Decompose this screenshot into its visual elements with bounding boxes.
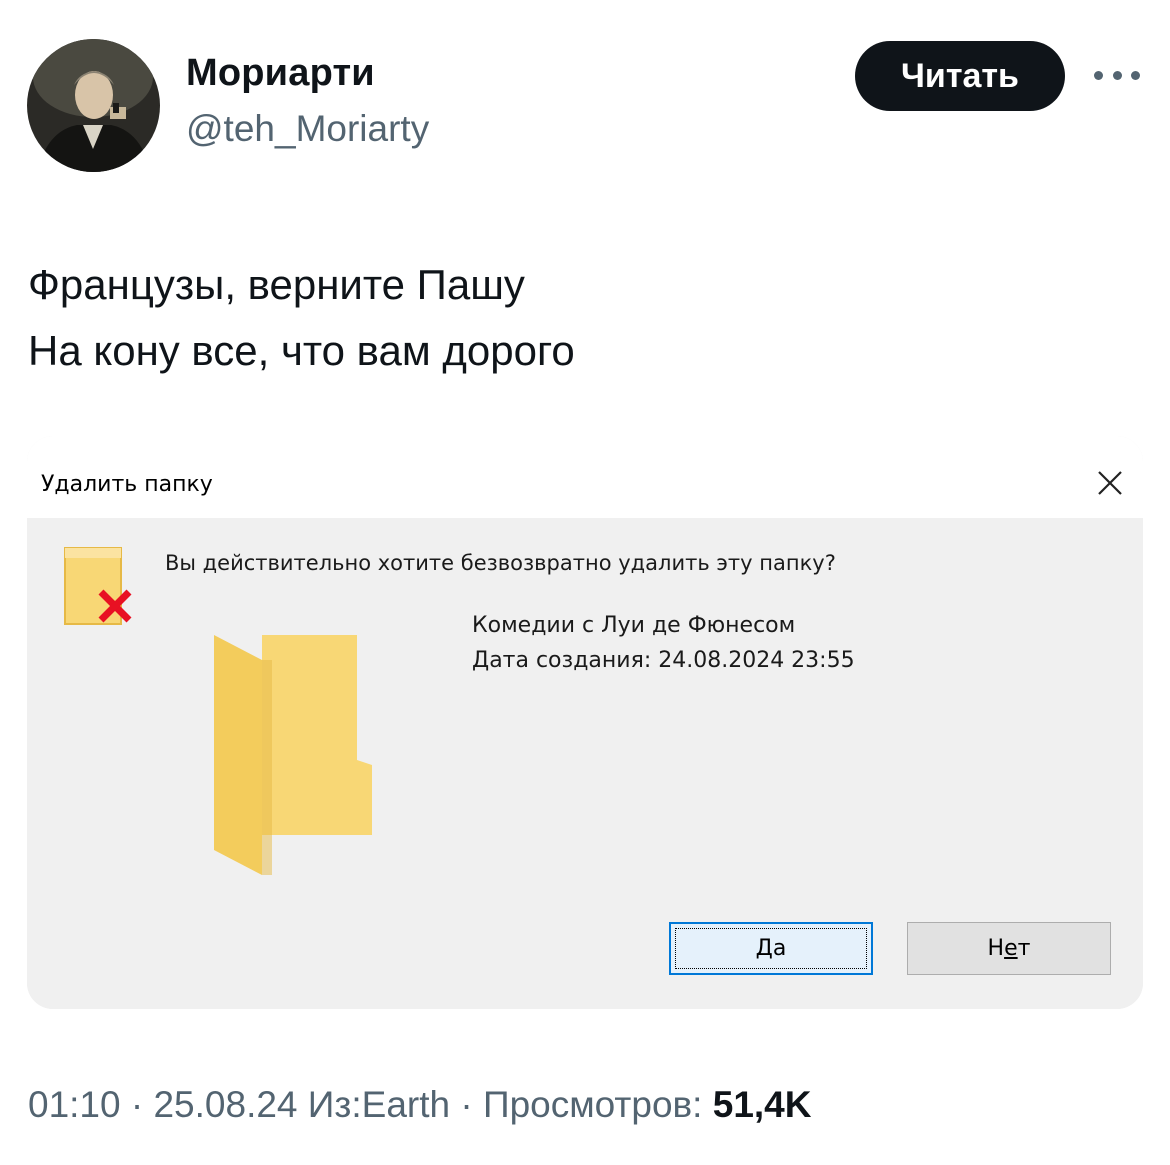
dialog-titlebar: Удалить папку [27, 436, 1143, 518]
views-count: 51,4K [712, 1084, 812, 1125]
folder-name: Комедии с Луи де Фюнесом [472, 613, 796, 638]
author-display-name[interactable]: Мориарти [186, 52, 375, 95]
dialog-question: Вы действительно хотите безвозвратно уда… [165, 551, 836, 575]
folder-icon [214, 635, 372, 875]
tweet-source: Из:Earth [307, 1084, 451, 1125]
more-horizontal-icon[interactable] [1094, 62, 1140, 88]
separator: · [130, 1084, 154, 1125]
follow-button[interactable]: Читать [855, 41, 1065, 111]
delete-folder-icon [64, 547, 132, 625]
tweet-text: Французы, верните Пашу На кону все, что … [28, 252, 575, 384]
tweet-media-image[interactable]: Удалить папку Вы действительно хотите бе… [27, 436, 1143, 1009]
dialog-title: Удалить папку [41, 472, 213, 497]
tweet-time[interactable]: 01:10 [28, 1084, 121, 1125]
avatar-image [27, 39, 160, 172]
dot [1131, 70, 1140, 80]
tweet-text-line: На кону все, что вам дорого [28, 327, 575, 374]
no-button-label: Нет [987, 936, 1031, 961]
tweet-date[interactable]: 25.08.24 [153, 1084, 297, 1125]
close-icon[interactable] [1093, 466, 1127, 500]
tweet-meta: 01:10 · 25.08.24 Из:Earth · Просмотров: … [28, 1084, 811, 1126]
dot [1112, 70, 1122, 80]
folder-created-date: Дата создания: 24.08.2024 23:55 [472, 648, 855, 673]
dot [1094, 70, 1103, 80]
no-button[interactable]: Нет [907, 922, 1111, 975]
views-label: Просмотров: [482, 1084, 703, 1125]
yes-button-label: Да [755, 936, 787, 961]
yes-button[interactable]: Да [669, 922, 873, 975]
avatar[interactable] [27, 39, 160, 172]
separator: · [460, 1084, 483, 1125]
tweet-text-line: Французы, верните Пашу [28, 261, 525, 308]
dialog-body: Вы действительно хотите безвозвратно уда… [27, 518, 1143, 1009]
author-handle[interactable]: @teh_Moriarty [186, 108, 429, 150]
